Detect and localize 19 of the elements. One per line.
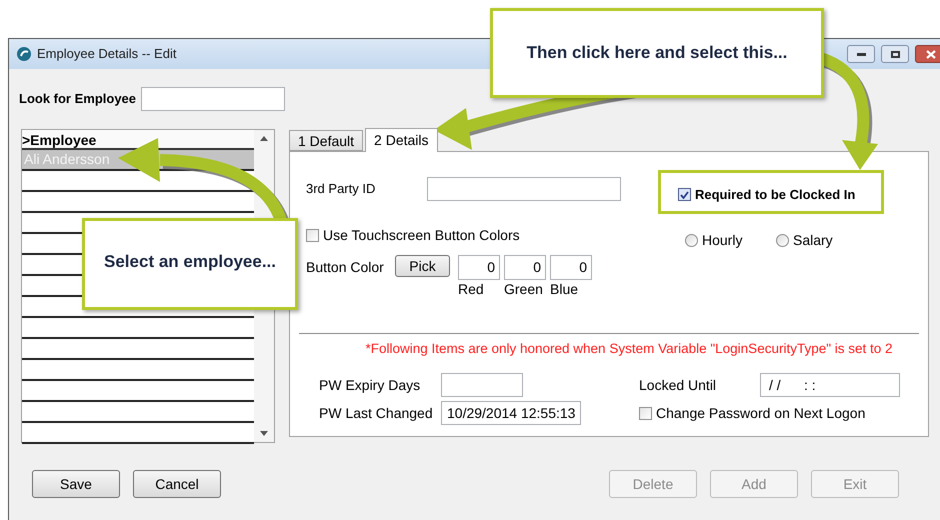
field-label: PW Last Changed — [319, 404, 434, 423]
checkbox-label: Required to be Clocked In — [695, 186, 856, 204]
search-label: Look for Employee — [19, 90, 138, 108]
field-label: 3rd Party ID — [306, 180, 376, 198]
channel-label: Blue — [550, 280, 580, 298]
warning-note: *Following Items are only honored when System Variable "LoginSecurityType" is set to 2 — [364, 340, 894, 358]
callout-text: Then click here and select this... — [526, 42, 788, 64]
channel-label: Red — [458, 280, 485, 298]
radio-label: Hourly — [702, 230, 742, 250]
channel-label: Green — [504, 280, 544, 298]
field-label: PW Expiry Days — [319, 376, 422, 395]
checkbox-label: Use Touchscreen Button Colors — [323, 226, 520, 245]
column-header: >Employee — [22, 131, 254, 150]
callout-text: Select an employee... — [104, 251, 276, 274]
radio-label: Salary — [793, 230, 833, 250]
field-label: Locked Until — [639, 376, 718, 395]
checkbox-label: Change Password on Next Logon — [656, 404, 866, 423]
window-title: Employee Details -- Edit — [37, 45, 176, 64]
field-label: Button Color — [306, 258, 385, 277]
